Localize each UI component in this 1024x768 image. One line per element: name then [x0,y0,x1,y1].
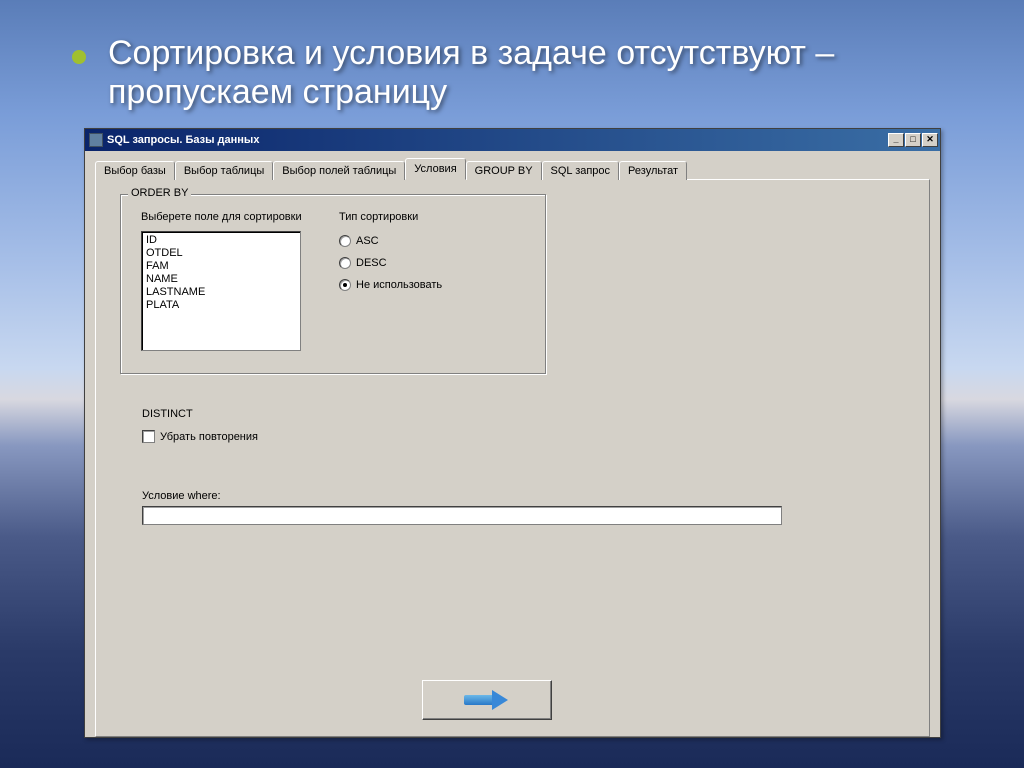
tab-sql-query[interactable]: SQL запрос [542,161,620,180]
tab-select-table[interactable]: Выбор таблицы [175,161,273,180]
tab-conditions[interactable]: Условия [405,158,465,180]
radio-label: DESC [356,257,387,269]
radio-asc[interactable]: ASC [339,235,379,247]
radio-desc[interactable]: DESC [339,257,387,269]
radio-none[interactable]: Не использовать [339,279,442,291]
sort-field-listbox[interactable]: ID OTDEL FAM NAME LASTNAME PLATA [141,231,301,351]
tab-select-fields[interactable]: Выбор полей таблицы [273,161,405,180]
tab-group-by[interactable]: GROUP BY [466,161,542,180]
arrow-right-icon [464,692,510,708]
app-icon [89,133,103,147]
orderby-title: ORDER BY [128,187,191,199]
radio-label: ASC [356,235,379,247]
maximize-button[interactable]: □ [905,133,921,147]
radio-icon [339,235,351,247]
minimize-button[interactable]: _ [888,133,904,147]
tab-select-db[interactable]: Выбор базы [95,161,175,180]
distinct-checkbox[interactable]: Убрать повторения [142,430,258,443]
window-title: SQL запросы. Базы данных [107,134,887,146]
list-item[interactable]: FAM [146,260,296,273]
radio-label: Не использовать [356,279,442,291]
sort-type-label: Тип сортировки [339,211,418,223]
tabstrip: Выбор базы Выбор таблицы Выбор полей таб… [95,157,930,179]
titlebar: SQL запросы. Базы данных _ □ ✕ [85,129,940,151]
field-select-label: Выберете поле для сортировки [141,211,302,223]
next-button[interactable] [422,680,552,720]
list-item[interactable]: ID [146,234,296,247]
where-input[interactable] [142,506,782,525]
where-label: Условие where: [142,490,221,502]
list-item[interactable]: PLATA [146,299,296,312]
close-button[interactable]: ✕ [922,133,938,147]
list-item[interactable]: LASTNAME [146,286,296,299]
list-item[interactable]: OTDEL [146,247,296,260]
orderby-groupbox: ORDER BY Выберете поле для сортировки ID… [120,194,546,374]
bullet-icon [72,50,86,64]
tab-panel: ORDER BY Выберете поле для сортировки ID… [95,179,930,737]
slide-heading: Сортировка и условия в задаче отсутствую… [108,34,1024,112]
distinct-title: DISTINCT [142,408,193,420]
radio-icon [339,279,351,291]
checkbox-label: Убрать повторения [160,431,258,443]
tab-result[interactable]: Результат [619,161,687,180]
list-item[interactable]: NAME [146,273,296,286]
radio-icon [339,257,351,269]
checkbox-icon [142,430,155,443]
app-window: SQL запросы. Базы данных _ □ ✕ Выбор баз… [84,128,941,738]
